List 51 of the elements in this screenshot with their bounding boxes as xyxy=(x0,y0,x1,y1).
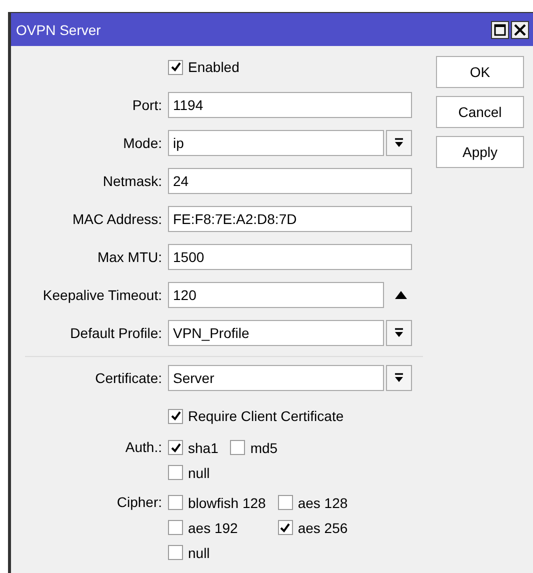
field-label: Mode: xyxy=(122,135,163,151)
input-field[interactable]: 1500 xyxy=(168,244,412,270)
input-field[interactable]: FE:F8:7E:A2:D8:7D xyxy=(168,206,412,232)
close-icon[interactable] xyxy=(511,20,529,38)
dropdown-arrow-icon xyxy=(394,138,404,148)
option-checkbox[interactable] xyxy=(230,440,246,455)
dropdown-arrow-icon xyxy=(394,373,404,383)
input-field[interactable]: 24 xyxy=(168,168,412,194)
enabled-checkbox[interactable] xyxy=(168,60,183,74)
dropdown-button[interactable] xyxy=(386,365,412,391)
field-label: Auth.: xyxy=(124,438,163,457)
input-field[interactable]: Server xyxy=(168,365,384,391)
dialog-button[interactable]: Apply xyxy=(436,136,524,168)
input-field[interactable]: ip xyxy=(168,130,384,156)
checkbox-label: md5 xyxy=(250,440,278,456)
dialog-button[interactable]: Cancel xyxy=(436,96,524,128)
window-title: OVPN Server xyxy=(16,22,101,38)
dropdown-button[interactable] xyxy=(386,130,412,156)
option-checkbox[interactable] xyxy=(278,520,293,535)
input-field[interactable]: 1194 xyxy=(168,92,412,118)
input-field[interactable]: VPN_Profile xyxy=(168,320,384,346)
field-label: Max MTU: xyxy=(96,249,163,265)
checkbox-label: null xyxy=(188,464,210,480)
checkbox-label: blowfish 128 xyxy=(188,494,266,510)
option-checkbox[interactable] xyxy=(168,520,183,535)
field-label: Certificate: xyxy=(94,370,163,386)
checkbox-label: aes 256 xyxy=(298,520,348,536)
checkbox-label: Enabled xyxy=(188,59,240,75)
checkbox-label: sha1 xyxy=(188,440,218,456)
field-label: MAC Address: xyxy=(72,211,163,227)
input-field[interactable]: 120 xyxy=(168,282,384,308)
maximize-icon[interactable] xyxy=(491,20,509,38)
require-certificate-checkbox[interactable] xyxy=(168,408,183,424)
option-checkbox[interactable] xyxy=(168,545,183,560)
option-checkbox[interactable] xyxy=(278,495,293,510)
field-label: Default Profile: xyxy=(69,325,163,341)
option-checkbox[interactable] xyxy=(168,465,183,480)
checkbox-label: aes 128 xyxy=(298,494,348,510)
field-label: Port: xyxy=(131,97,163,113)
checkbox-label: aes 192 xyxy=(188,520,238,536)
checkbox-label: null xyxy=(188,544,210,560)
dropdown-button[interactable] xyxy=(386,320,412,346)
triangle-up-icon[interactable] xyxy=(395,291,407,299)
dropdown-arrow-icon xyxy=(394,328,404,338)
checkbox-label: Require Client Certificate xyxy=(188,408,344,424)
field-label: Cipher: xyxy=(116,493,163,512)
field-label: Netmask: xyxy=(102,173,163,189)
dialog-button[interactable]: OK xyxy=(436,56,524,88)
field-label: Keepalive Timeout: xyxy=(42,287,163,303)
option-checkbox[interactable] xyxy=(168,440,183,455)
option-checkbox[interactable] xyxy=(168,495,183,510)
